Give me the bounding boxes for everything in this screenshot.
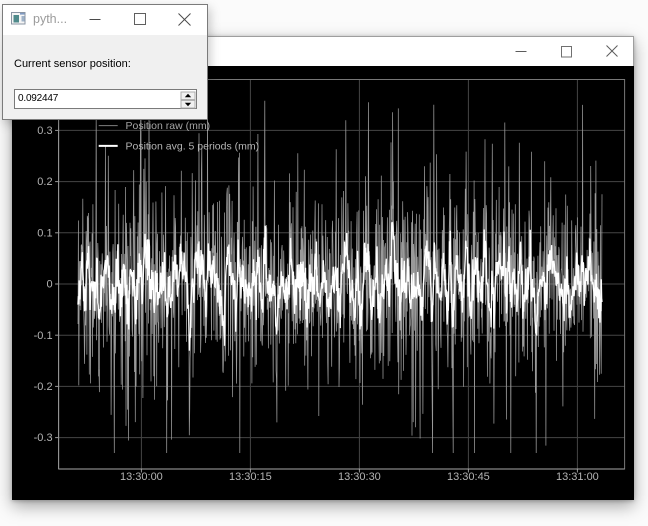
svg-text:0.1: 0.1 bbox=[37, 227, 52, 239]
svg-text:0: 0 bbox=[46, 279, 52, 291]
svg-text:13:30:15: 13:30:15 bbox=[229, 471, 272, 483]
svg-text:13:30:00: 13:30:00 bbox=[120, 471, 163, 483]
svg-text:Position raw (mm): Position raw (mm) bbox=[126, 120, 211, 132]
svg-text:Position avg. 5 periods (mm): Position avg. 5 periods (mm) bbox=[126, 141, 260, 153]
svg-text:0.2: 0.2 bbox=[37, 176, 52, 188]
svg-text:13:30:45: 13:30:45 bbox=[447, 471, 490, 483]
svg-text:0.3: 0.3 bbox=[37, 125, 52, 137]
svg-text:-0.3: -0.3 bbox=[34, 432, 53, 444]
svg-text:13:30:30: 13:30:30 bbox=[338, 471, 381, 483]
svg-text:-0.2: -0.2 bbox=[34, 381, 53, 393]
svg-text:13:31:00: 13:31:00 bbox=[556, 471, 599, 483]
svg-text:-0.1: -0.1 bbox=[34, 330, 53, 342]
